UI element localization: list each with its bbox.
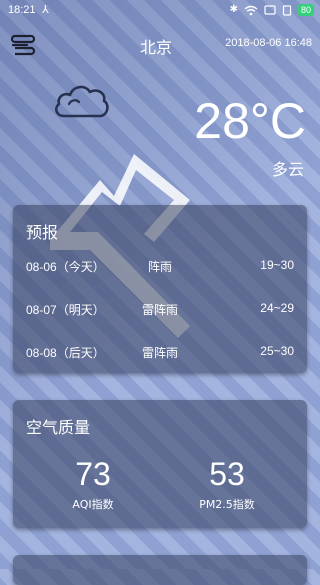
status-icons: ✱ 80	[230, 3, 314, 17]
menu-icon[interactable]	[10, 32, 36, 56]
aqi-value: 73	[75, 456, 111, 492]
lock-rotation-icon	[282, 4, 292, 16]
current-condition: 多云	[271, 160, 304, 179]
forecast-card: 预报 08-06（今天） 阵雨 19~30 08-07（明天） 雷阵雨 24~2…	[13, 205, 307, 373]
aqi-block: 73 AQI指数	[33, 456, 153, 512]
battery-level: 80	[300, 5, 311, 15]
next-card	[13, 555, 307, 585]
forecast-temp: 25~30	[260, 344, 294, 358]
forecast-row: 08-07（明天） 雷阵雨 24~29	[13, 301, 307, 321]
city-name[interactable]: 北京	[140, 34, 172, 58]
forecast-row: 08-08（后天） 雷阵雨 25~30	[13, 344, 307, 364]
air-quality-title: 空气质量	[26, 418, 91, 437]
bluetooth-icon: ✱	[229, 4, 238, 15]
usb-icon: ⅄	[42, 3, 49, 16]
status-time: 18:21	[8, 4, 36, 16]
pm25-block: 53 PM2.5指数	[167, 456, 287, 512]
update-datetime: 2018-08-06 16:48	[225, 37, 312, 49]
battery-icon: 80	[297, 4, 314, 16]
status-bar: 18:21 ⅄ ✱ 80	[0, 0, 320, 20]
cloud-icon	[54, 85, 109, 118]
screen-icon	[264, 5, 276, 15]
current-temperature: 28°C	[194, 93, 306, 149]
aqi-label: AQI指数	[72, 498, 114, 511]
forecast-row: 08-06（今天） 阵雨 19~30	[13, 258, 307, 278]
wifi-icon	[244, 5, 258, 15]
forecast-temp: 19~30	[260, 258, 294, 272]
forecast-title: 预报	[26, 223, 59, 242]
pm25-label: PM2.5指数	[199, 498, 255, 511]
pm25-value: 53	[209, 456, 245, 492]
forecast-temp: 24~29	[260, 301, 294, 315]
air-quality-card: 空气质量 73 AQI指数 53 PM2.5指数	[13, 400, 307, 528]
